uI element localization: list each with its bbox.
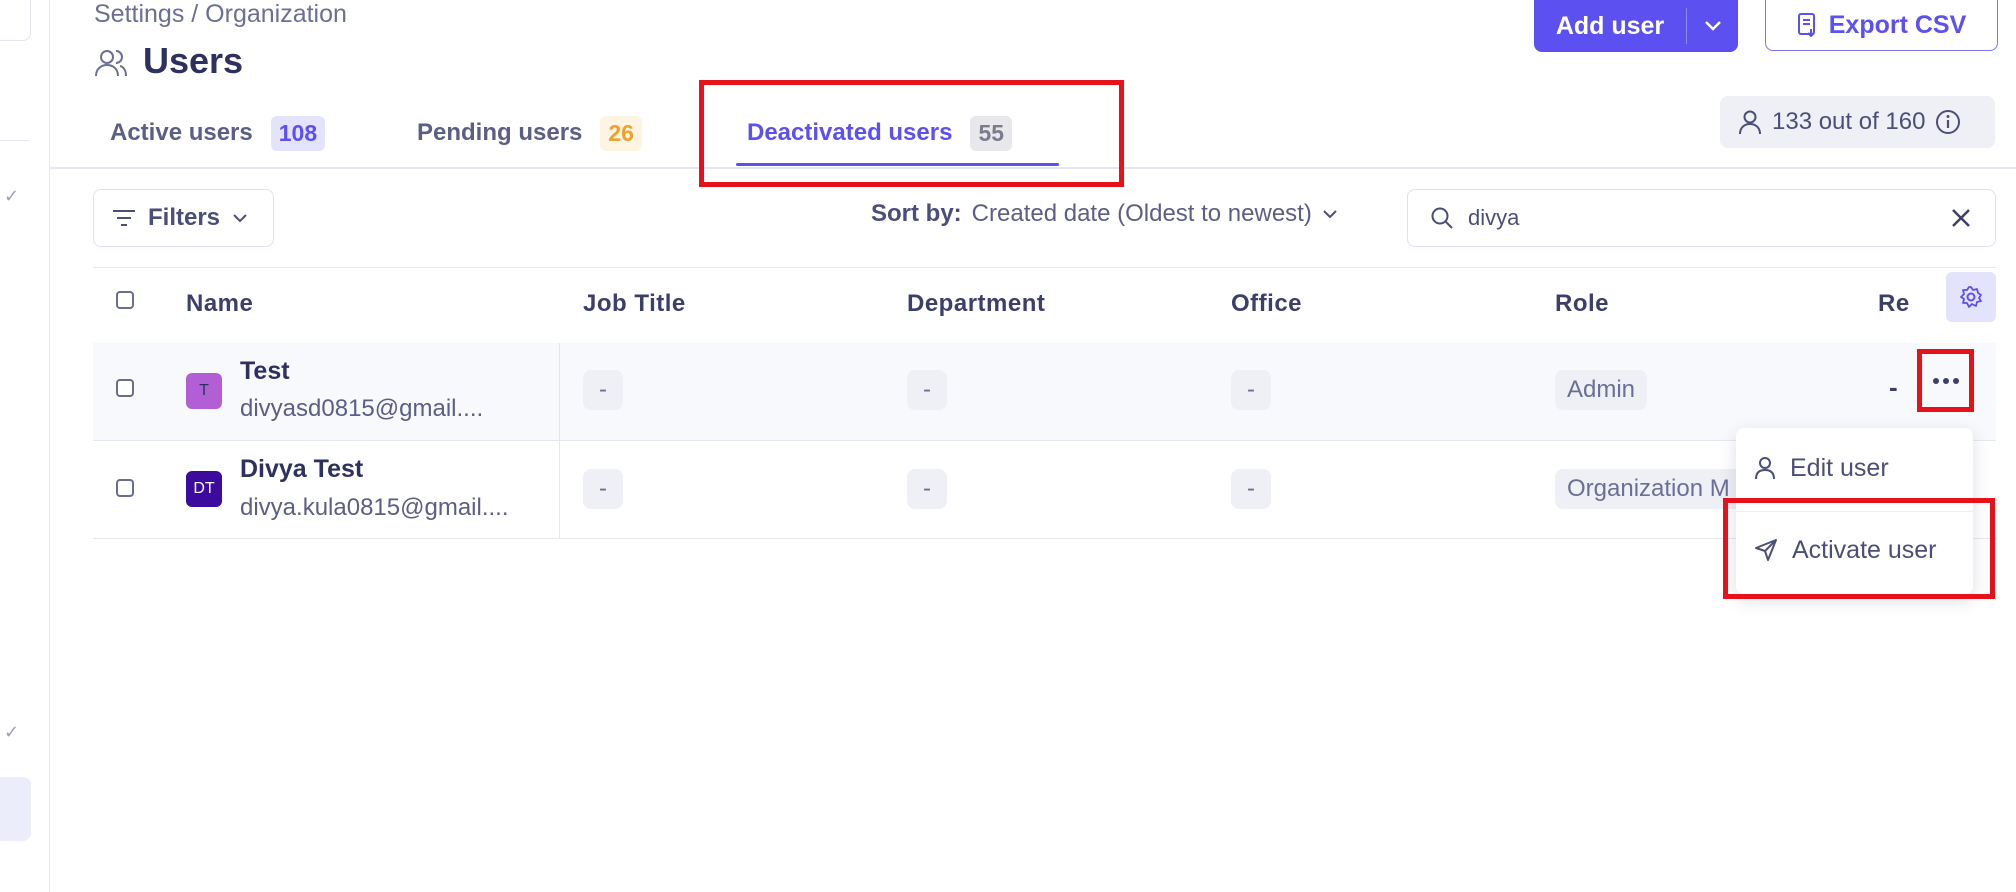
sort-value: Created date (Oldest to newest) [971,200,1312,227]
tab-active-users[interactable]: Active users 108 [110,110,326,156]
gear-icon [1960,286,1982,308]
search-box[interactable] [1407,189,1996,247]
breadcrumb[interactable]: Settings / Organization [94,0,347,29]
role-value: Admin [1555,370,1648,410]
row-actions-button[interactable] [1917,349,1974,412]
column-header-office[interactable]: Office [1231,290,1302,318]
user-name[interactable]: Test [240,357,290,386]
filters-label: Filters [148,204,221,231]
department-value: - [907,370,947,410]
count-badge: 108 [270,115,326,151]
highlight-box [699,80,1124,187]
user-icon [1739,110,1761,135]
table-row[interactable] [93,343,1996,441]
chevron-icon[interactable]: ✓ [4,186,19,207]
count-badge: 26 [600,115,642,151]
page-title: Users [143,40,244,81]
search-icon [1431,207,1453,229]
sidebar [0,0,50,892]
user-email: divya.kula0815@gmail.... [240,494,509,521]
office-value: - [1231,469,1271,509]
column-settings-button[interactable] [1946,272,1996,322]
column-header-name[interactable]: Name [186,290,253,318]
column-header-role[interactable]: Role [1555,290,1609,318]
export-csv-label: Export CSV [1828,10,1967,39]
chevron-down-icon [1704,21,1721,31]
close-icon[interactable] [1951,208,1971,228]
info-icon[interactable] [1935,109,1961,135]
column-header-truncated[interactable]: Re [1878,290,1910,318]
user-email: divyasd0815@gmail.... [240,395,484,422]
filters-button[interactable]: Filters [93,189,274,247]
user-icon [1755,457,1775,480]
filter-icon [113,210,135,226]
tab-label: Active users [110,119,253,146]
user-name[interactable]: Divya Test [240,455,363,484]
avatar: T [186,373,222,409]
add-user-dropdown-button[interactable] [1687,0,1738,52]
edit-user-menu-item[interactable]: Edit user [1754,438,1889,498]
job-title-value: - [583,469,623,509]
export-csv-button[interactable]: Export CSV [1765,0,1998,51]
row-checkbox[interactable] [116,479,134,497]
table-top-border [93,267,1996,268]
select-all-checkbox[interactable] [116,291,134,309]
column-header-job-title[interactable]: Job Title [583,290,686,318]
role-value: Organization M [1555,469,1742,509]
chevron-down-icon [233,214,247,223]
document-icon [1797,13,1815,37]
highlight-box [1723,498,1995,599]
more-horizontal-icon [1932,377,1959,384]
job-title-value: - [583,370,623,410]
column-divider [559,343,560,441]
office-value: - [1231,370,1271,410]
seat-usage-indicator: 133 out of 160 [1720,96,1995,148]
department-value: - [907,469,947,509]
column-divider [559,441,560,539]
add-user-button[interactable]: Add user [1534,0,1738,52]
tab-label: Pending users [417,119,583,146]
truncated-value: - [1889,372,1898,402]
chevron-icon[interactable]: ✓ [4,722,19,743]
tab-pending-users[interactable]: Pending users 26 [417,110,642,156]
column-header-department[interactable]: Department [907,290,1045,318]
add-user-label[interactable]: Add user [1534,0,1686,52]
users-icon [95,50,127,77]
row-checkbox[interactable] [116,379,134,397]
search-input[interactable] [1466,204,1920,232]
sidebar-divider [0,140,30,141]
sort-dropdown[interactable]: Sort by: Created date (Oldest to newest) [871,200,1338,228]
sort-label: Sort by: [871,200,962,227]
sidebar-active-item[interactable] [0,777,31,841]
seat-usage-text: 133 out of 160 [1772,108,1926,135]
avatar: DT [186,471,222,507]
chevron-down-icon [1323,210,1337,219]
edit-user-label: Edit user [1790,453,1889,482]
sidebar-top-item[interactable] [0,0,31,41]
